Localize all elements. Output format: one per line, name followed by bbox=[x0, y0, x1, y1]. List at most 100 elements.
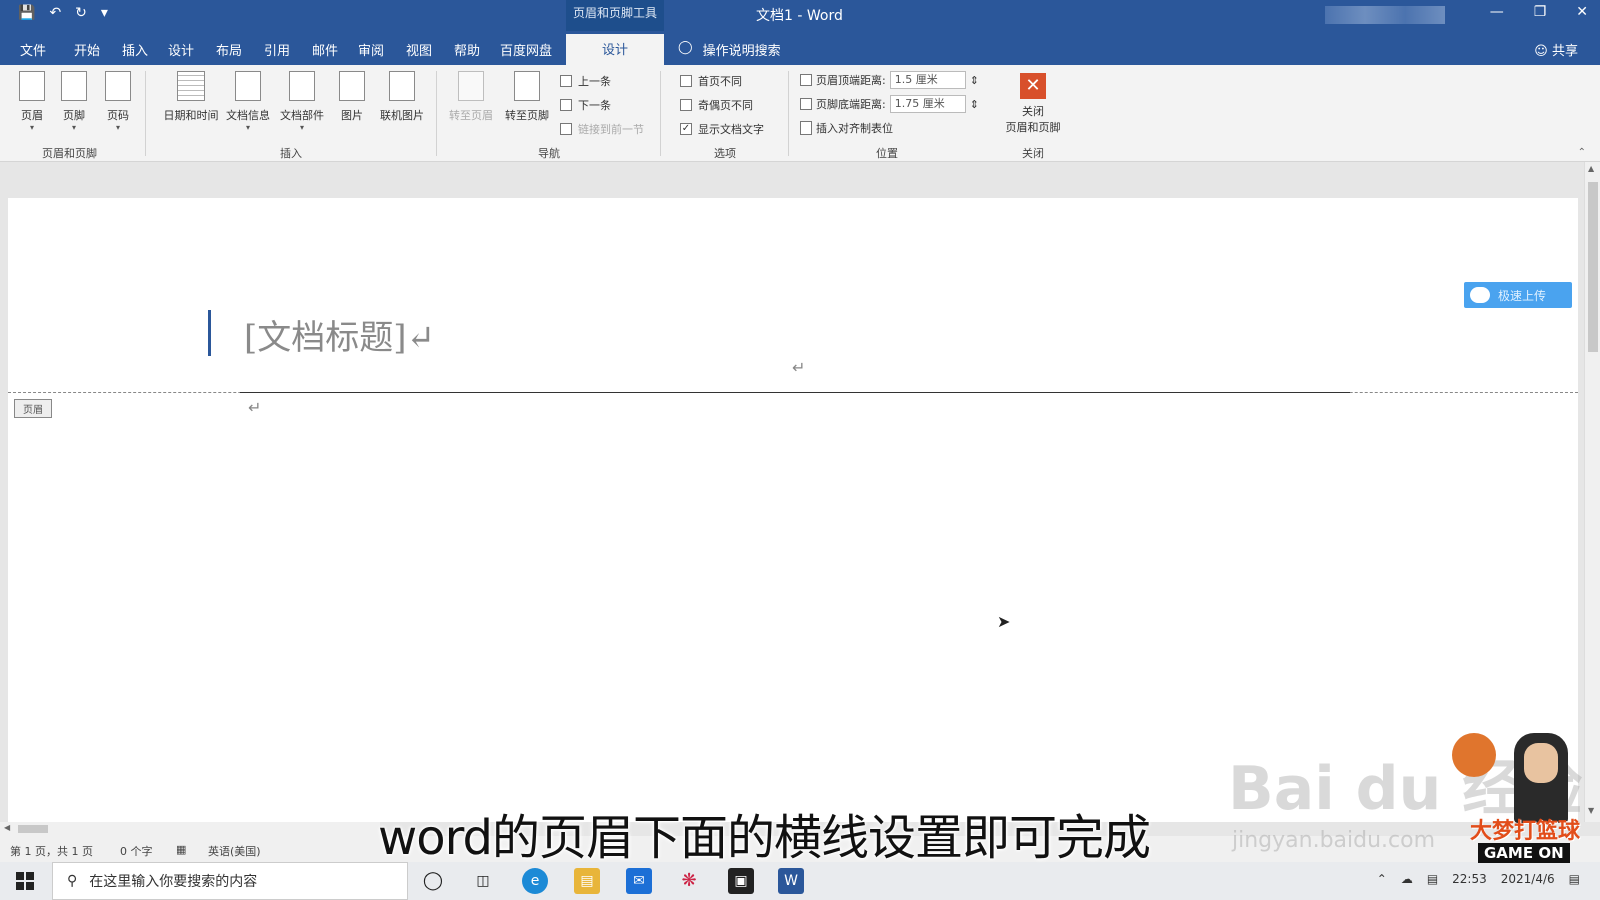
tell-me-search[interactable]: ◯ 操作说明搜索 bbox=[678, 40, 781, 59]
tab-insert[interactable]: 插入 bbox=[122, 40, 148, 59]
close-window-icon[interactable]: ✕ bbox=[1576, 4, 1588, 20]
edge-icon[interactable]: e bbox=[522, 868, 548, 894]
header-distance-input[interactable]: 1.5 厘米 bbox=[889, 71, 966, 89]
lightbulb-icon: ◯ bbox=[678, 40, 693, 55]
language[interactable]: 英语(美国) bbox=[208, 843, 261, 859]
word-count[interactable]: 0 个字 bbox=[120, 843, 153, 859]
online-pictures-label: 联机图片 bbox=[380, 109, 424, 122]
camera-app-icon[interactable]: ▣ bbox=[728, 868, 754, 894]
different-first-page-checkbox[interactable]: 首页不同 bbox=[680, 73, 742, 89]
tab-view[interactable]: 视图 bbox=[406, 40, 432, 59]
share-label: 共享 bbox=[1551, 44, 1578, 59]
next-label: 下一条 bbox=[578, 99, 611, 112]
proofing-icon[interactable]: ▦ bbox=[176, 843, 186, 856]
word-app-icon[interactable]: W bbox=[778, 868, 804, 894]
cloud-tray-icon[interactable]: ☁ bbox=[1401, 872, 1413, 886]
chevron-down-icon: ▾ bbox=[71, 123, 76, 132]
footer-distance-input[interactable]: 1.75 厘米 bbox=[889, 95, 966, 113]
minimize-icon[interactable]: — bbox=[1490, 4, 1504, 20]
save-icon[interactable]: 💾 bbox=[18, 5, 35, 21]
previous-icon bbox=[560, 75, 572, 87]
tab-review[interactable]: 审阅 bbox=[358, 40, 384, 59]
group-divider bbox=[145, 71, 146, 156]
tell-me-label: 操作说明搜索 bbox=[702, 44, 781, 59]
task-view-icon[interactable]: ◫ bbox=[470, 868, 496, 894]
customize-qat-icon[interactable]: ▾ bbox=[101, 5, 108, 21]
insert-alignment-tab-button[interactable]: 插入对齐制表位 bbox=[800, 120, 893, 136]
pinwheel-app-icon[interactable]: ❋ bbox=[676, 868, 702, 894]
quick-parts-button[interactable]: 文档部件 ▾ bbox=[278, 71, 326, 132]
header-underline bbox=[240, 392, 1350, 393]
quick-upload-button[interactable]: 极速上传 bbox=[1464, 282, 1572, 308]
date-time-button[interactable]: 日期和时间 bbox=[160, 71, 222, 123]
header-distance-label: 页眉顶端距离: bbox=[816, 74, 886, 87]
text-cursor bbox=[208, 310, 211, 356]
header-icon bbox=[19, 71, 45, 101]
taskbar-search-box[interactable]: ⚲ 在这里输入你要搜索的内容 bbox=[52, 862, 408, 900]
tab-layout[interactable]: 布局 bbox=[216, 40, 242, 59]
file-explorer-icon[interactable]: ▤ bbox=[574, 868, 600, 894]
tab-home[interactable]: 开始 bbox=[74, 40, 100, 59]
network-icon[interactable]: ▤ bbox=[1427, 872, 1438, 886]
share-button[interactable]: ☺ 共享 bbox=[1534, 40, 1578, 59]
mail-icon[interactable]: ✉ bbox=[626, 868, 652, 894]
close-header-footer-button[interactable]: ✕ 关闭 页眉和页脚 bbox=[1003, 73, 1063, 135]
tab-design[interactable]: 设计 bbox=[168, 40, 194, 59]
tab-references[interactable]: 引用 bbox=[264, 40, 290, 59]
vertical-scrollbar[interactable]: ▲ ▼ bbox=[1584, 162, 1600, 822]
window-controls: — ❐ ✕ bbox=[1490, 4, 1588, 20]
scroll-thumb[interactable] bbox=[1588, 182, 1598, 352]
show-document-text-label: 显示文档文字 bbox=[698, 123, 764, 136]
account-area[interactable] bbox=[1325, 6, 1445, 24]
page-number-icon bbox=[105, 71, 131, 101]
footer-button[interactable]: 页脚 ▾ bbox=[50, 71, 98, 132]
goto-footer-button[interactable]: 转至页脚 bbox=[500, 71, 554, 123]
tab-file[interactable]: 文件 bbox=[20, 40, 46, 59]
restore-icon[interactable]: ❐ bbox=[1534, 4, 1547, 20]
channel-logo: 大梦打篮球 GAME ON bbox=[1452, 733, 1592, 893]
windows-start-icon[interactable] bbox=[16, 872, 34, 890]
chevron-down-icon: ▾ bbox=[245, 123, 250, 132]
page-count[interactable]: 第 1 页，共 1 页 bbox=[10, 843, 93, 859]
cortana-icon[interactable]: ◯ bbox=[420, 868, 446, 894]
online-pictures-button[interactable]: 联机图片 bbox=[374, 71, 430, 123]
tab-help[interactable]: 帮助 bbox=[454, 40, 480, 59]
pictures-button[interactable]: 图片 bbox=[328, 71, 376, 123]
tab-mailings[interactable]: 邮件 bbox=[312, 40, 338, 59]
footer-distance-control: 页脚底端距离: 1.75 厘米 ⇕ bbox=[800, 95, 979, 113]
tab-baidu-netdisk[interactable]: 百度网盘 bbox=[500, 40, 552, 59]
horizontal-scrollbar[interactable]: ◀ bbox=[0, 822, 380, 836]
goto-header-button[interactable]: 转至页眉 bbox=[445, 71, 497, 123]
scroll-up-icon[interactable]: ▲ bbox=[1588, 164, 1594, 173]
document-page[interactable]: [文档标题]↵ ↵ 页眉 ↵ 极速上传 ➤ bbox=[8, 198, 1578, 822]
spinner-icon[interactable]: ⇕ bbox=[970, 98, 979, 111]
scroll-left-icon[interactable]: ◀ bbox=[4, 823, 10, 832]
show-document-text-checkbox[interactable]: ✓ 显示文档文字 bbox=[680, 121, 764, 137]
doc-info-button[interactable]: 文档信息 ▾ bbox=[224, 71, 272, 132]
spinner-icon[interactable]: ⇕ bbox=[970, 74, 979, 87]
previous-button[interactable]: 上一条 bbox=[560, 73, 611, 89]
page-number-button[interactable]: 页码 ▾ bbox=[94, 71, 142, 132]
document-title-placeholder[interactable]: [文档标题]↵ bbox=[244, 310, 435, 359]
scroll-thumb[interactable] bbox=[18, 825, 48, 833]
chevron-up-icon[interactable]: ⌃ bbox=[1377, 872, 1387, 886]
redo-icon[interactable]: ↻ bbox=[75, 5, 87, 21]
header-distance-control: 页眉顶端距离: 1.5 厘米 ⇕ bbox=[800, 71, 979, 89]
tab-header-footer-design[interactable]: 设计 bbox=[566, 34, 664, 65]
different-first-page-label: 首页不同 bbox=[698, 75, 742, 88]
window-title: 文档1 - Word bbox=[756, 8, 843, 24]
close-icon: ✕ bbox=[1020, 73, 1046, 99]
basketball-icon bbox=[1452, 733, 1496, 777]
insert-alignment-tab-label: 插入对齐制表位 bbox=[816, 122, 893, 135]
undo-icon[interactable]: ↶ bbox=[49, 5, 61, 21]
different-odd-even-checkbox[interactable]: 奇偶页不同 bbox=[680, 97, 753, 113]
presenter-face bbox=[1524, 743, 1558, 783]
picture-icon bbox=[339, 71, 365, 101]
title-bar: 💾 ↶ ↻ ▾ 页眉和页脚工具 文档1 - Word — ❐ ✕ bbox=[0, 0, 1600, 31]
video-subtitle: word的页眉下面的横线设置即可完成 bbox=[378, 810, 1151, 866]
date-time-label: 日期和时间 bbox=[163, 109, 219, 122]
link-to-previous-button[interactable]: 链接到前一节 bbox=[560, 121, 644, 137]
collapse-ribbon-icon[interactable]: ⌃ bbox=[1578, 147, 1586, 158]
header-button[interactable]: 页眉 ▾ bbox=[8, 71, 56, 132]
next-button[interactable]: 下一条 bbox=[560, 97, 611, 113]
